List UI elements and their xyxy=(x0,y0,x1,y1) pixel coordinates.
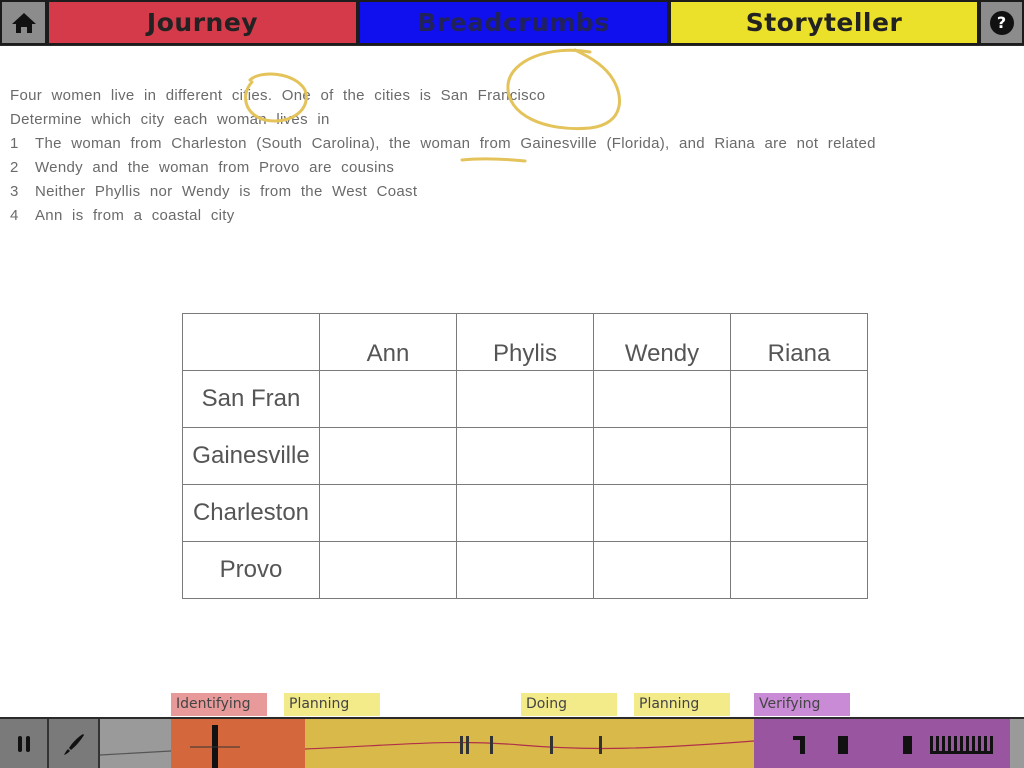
logic-grid: Ann Phylis Wendy Riana San Fran Gainesvi… xyxy=(182,313,868,599)
clue-1: 1 The woman from Charleston (South Caroli… xyxy=(10,132,1010,156)
column-header-phylis: Phylis xyxy=(456,313,594,371)
grid-cell[interactable] xyxy=(730,484,868,542)
home-icon xyxy=(11,12,36,33)
activity-trace xyxy=(99,750,172,756)
grid-row-san-fran: San Fran xyxy=(182,370,868,428)
grid-row-provo: Provo xyxy=(182,541,868,599)
puzzle-question: Determine which city each woman lives in xyxy=(10,111,330,128)
row-header-provo: Provo xyxy=(182,541,320,599)
home-button[interactable] xyxy=(0,0,47,45)
activity-mark xyxy=(838,736,848,754)
grid-cell[interactable] xyxy=(319,427,457,485)
grid-cell[interactable] xyxy=(730,541,868,599)
grid-row-gainesville: Gainesville xyxy=(182,427,868,485)
grid-cell[interactable] xyxy=(319,484,457,542)
clue-4: 4 Ann is from a coastal city xyxy=(10,204,1010,228)
tab-breadcrumbs[interactable]: Breadcrumbs xyxy=(358,0,669,45)
clue-text: Neither Phyllis nor Wendy is from the We… xyxy=(35,183,418,200)
activity-mark xyxy=(930,751,993,754)
stage-label-identifying: Identifying xyxy=(171,693,267,716)
playback-timeline[interactable] xyxy=(0,717,1024,768)
grid-cell[interactable] xyxy=(456,370,594,428)
puzzle-intro: Four women live in different cities. One… xyxy=(10,87,546,104)
grid-corner-cell xyxy=(182,313,320,371)
stage-label-planning: Planning xyxy=(284,693,380,716)
stage-label-doing: Doing xyxy=(521,693,617,716)
stage-labels: Identifying Planning Doing Planning Veri… xyxy=(0,693,1024,717)
activity-mark xyxy=(460,736,463,754)
tab-journey-label: Journey xyxy=(146,8,259,37)
grid-header-row: Ann Phylis Wendy Riana xyxy=(182,313,868,371)
clue-3: 3 Neither Phyllis nor Wendy is from the W… xyxy=(10,180,1010,204)
column-header-ann: Ann xyxy=(319,313,457,371)
grid-cell[interactable] xyxy=(456,484,594,542)
top-bar: Journey Breadcrumbs Storyteller ? xyxy=(0,0,1024,46)
column-header-riana: Riana xyxy=(730,313,868,371)
clue-2: 2 Wendy and the woman from Provo are cous… xyxy=(10,156,1010,180)
grid-cell[interactable] xyxy=(593,370,731,428)
tab-breadcrumbs-label: Breadcrumbs xyxy=(417,8,610,37)
grid-cell[interactable] xyxy=(593,427,731,485)
clue-number: 2 xyxy=(10,159,19,176)
activity-mark xyxy=(800,736,805,754)
grid-cell[interactable] xyxy=(593,484,731,542)
stage-label-planning: Planning xyxy=(634,693,730,716)
row-header-charleston: Charleston xyxy=(182,484,320,542)
activity-mark xyxy=(599,736,602,754)
grid-cell[interactable] xyxy=(730,370,868,428)
row-header-gainesville: Gainesville xyxy=(182,427,320,485)
clue-number: 4 xyxy=(10,207,19,224)
column-header-wendy: Wendy xyxy=(593,313,731,371)
activity-trace xyxy=(304,740,755,750)
grid-cell[interactable] xyxy=(319,541,457,599)
activity-mark xyxy=(466,736,469,754)
help-icon: ? xyxy=(989,10,1014,35)
activity-mark xyxy=(903,736,912,754)
tab-storyteller[interactable]: Storyteller xyxy=(669,0,979,45)
tab-storyteller-label: Storyteller xyxy=(745,8,903,37)
clue-text: Wendy and the woman from Provo are cousi… xyxy=(35,159,395,176)
tab-journey[interactable]: Journey xyxy=(47,0,358,45)
row-header-san-fran: San Fran xyxy=(182,370,320,428)
activity-mark xyxy=(490,736,493,754)
puzzle-text: Four women live in different cities. One… xyxy=(10,84,1010,228)
clue-number: 1 xyxy=(10,135,19,152)
grid-cell[interactable] xyxy=(456,427,594,485)
clue-text: Ann is from a coastal city xyxy=(35,207,235,224)
clue-number: 3 xyxy=(10,183,19,200)
grid-cell[interactable] xyxy=(456,541,594,599)
activity-marks xyxy=(99,725,993,768)
stage-label-verifying: Verifying xyxy=(754,693,850,716)
activity-mark xyxy=(550,736,553,754)
grid-cell[interactable] xyxy=(730,427,868,485)
grid-cell[interactable] xyxy=(593,541,731,599)
grid-cell[interactable] xyxy=(319,370,457,428)
grid-row-charleston: Charleston xyxy=(182,484,868,542)
clue-text: The woman from Charleston (South Carolin… xyxy=(35,135,876,152)
help-button[interactable]: ? xyxy=(979,0,1024,45)
